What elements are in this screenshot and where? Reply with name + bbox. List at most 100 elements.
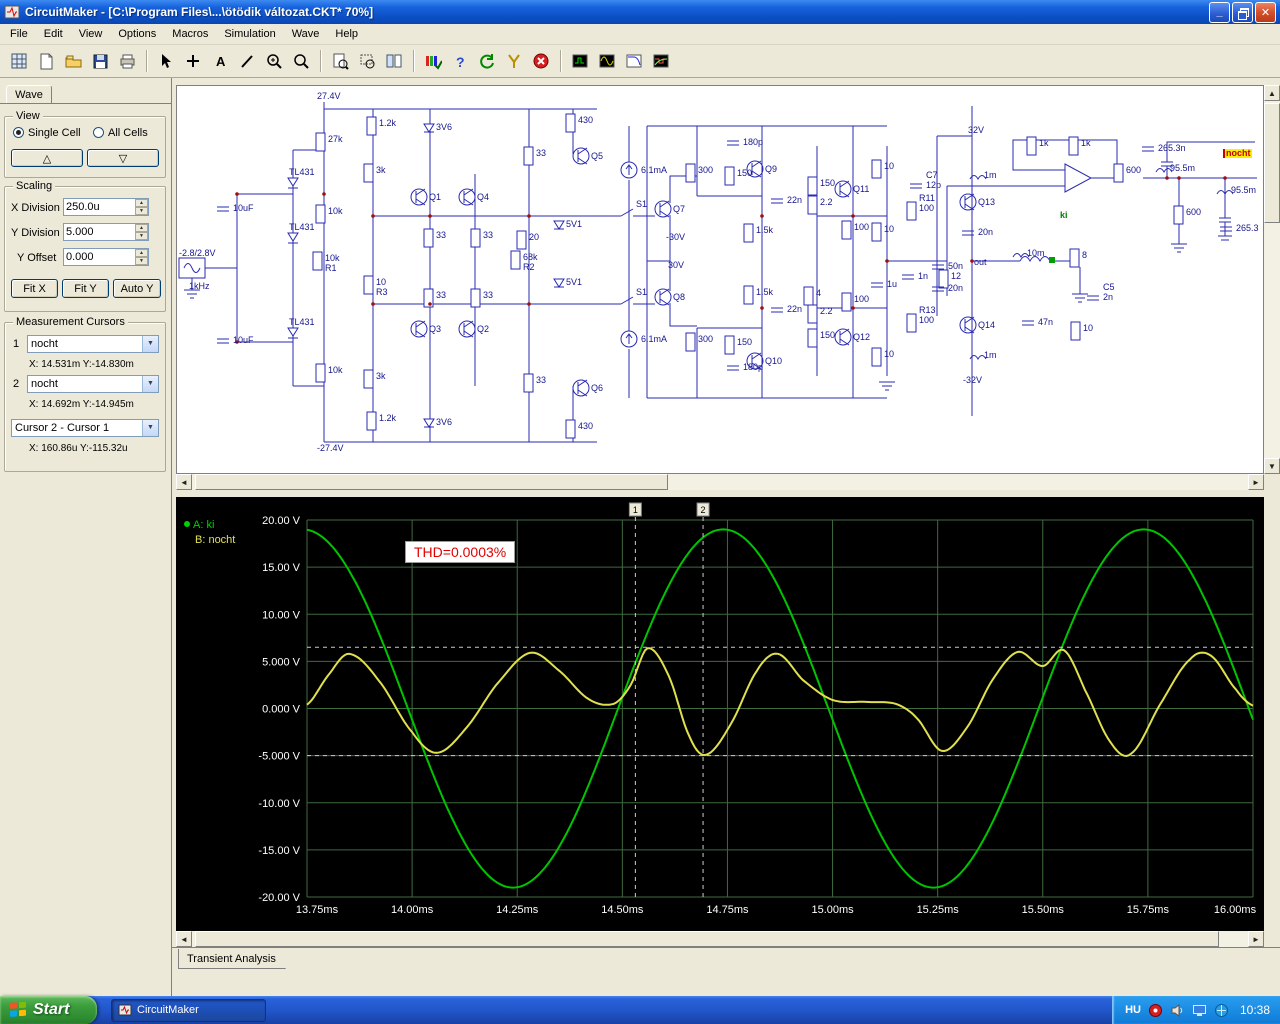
print-button[interactable] bbox=[115, 48, 140, 74]
y-division-spinner[interactable]: ▲ ▼ bbox=[135, 224, 148, 240]
menu-item-file[interactable]: File bbox=[2, 25, 36, 43]
zoom-selection-button[interactable] bbox=[355, 48, 380, 74]
fit-x-button[interactable]: Fit X bbox=[11, 279, 58, 298]
y-offset-spinner[interactable]: ▲ ▼ bbox=[135, 249, 148, 265]
schematic-drawing bbox=[178, 102, 1257, 443]
tray-network-icon[interactable] bbox=[1214, 1003, 1229, 1018]
digital-scope-button[interactable] bbox=[568, 48, 593, 74]
menu-item-edit[interactable]: Edit bbox=[36, 25, 71, 43]
scroll-right-icon[interactable]: ► bbox=[1248, 474, 1264, 490]
radio-single-cell-icon[interactable] bbox=[13, 127, 24, 138]
menu-item-help[interactable]: Help bbox=[327, 25, 366, 43]
start-button[interactable]: Start bbox=[0, 996, 97, 1024]
zoom-tool-button[interactable] bbox=[289, 48, 314, 74]
schematic-label-33: 33 bbox=[483, 230, 494, 240]
menu-item-options[interactable]: Options bbox=[110, 25, 164, 43]
plot-scroll-right-icon[interactable]: ► bbox=[1248, 931, 1264, 947]
fit-y-button[interactable]: Fit Y bbox=[62, 279, 109, 298]
plus-tool-button[interactable] bbox=[181, 48, 206, 74]
menu-item-macros[interactable]: Macros bbox=[164, 25, 216, 43]
schematic-label-10k: 10k bbox=[328, 206, 343, 216]
zoom-selection-icon bbox=[360, 54, 375, 68]
x-tick-label: 15.00ms bbox=[811, 904, 854, 916]
schematic-label-10: 10 bbox=[376, 277, 387, 287]
up-triangle-icon: △ bbox=[42, 152, 52, 165]
text-tool-button[interactable]: A bbox=[208, 48, 233, 74]
schematic-label-q4: Q4 bbox=[477, 192, 490, 202]
minimize-button[interactable]: _ bbox=[1209, 1, 1230, 23]
trace-nocht bbox=[306, 647, 1254, 758]
probe-tool-icon bbox=[508, 53, 520, 68]
schematic-label-5v1: 5V1 bbox=[566, 219, 583, 229]
toolbar-separator bbox=[413, 50, 415, 72]
plot-scroll-left-icon[interactable]: ◄ bbox=[176, 931, 192, 947]
zoom-in-tool-button[interactable] bbox=[262, 48, 287, 74]
taskbar-app-circuitmaker[interactable]: CircuitMaker bbox=[111, 998, 266, 1022]
schematic-label-1m: 1m bbox=[984, 350, 997, 360]
scroll-down-icon[interactable]: ▼ bbox=[1264, 458, 1280, 474]
arrow-tool-button[interactable] bbox=[154, 48, 179, 74]
menu-item-simulation[interactable]: Simulation bbox=[216, 25, 283, 43]
schematic-label-955m: 95.5m bbox=[1231, 185, 1257, 195]
waveform-window-button[interactable] bbox=[595, 48, 620, 74]
language-indicator[interactable]: HU bbox=[1125, 1004, 1141, 1016]
help-pointer-button[interactable]: ? bbox=[448, 48, 473, 74]
new-file-button[interactable] bbox=[34, 48, 59, 74]
radio-single-cell[interactable]: Single Cell bbox=[13, 127, 81, 139]
parts-browser-button[interactable] bbox=[7, 48, 32, 74]
cursor1-signal-dropdown[interactable]: nocht ▼ bbox=[27, 335, 159, 353]
tray-antivirus-icon[interactable] bbox=[1148, 1003, 1163, 1018]
radio-all-cells[interactable]: All Cells bbox=[93, 127, 148, 139]
probe-marker-out[interactable] bbox=[1049, 257, 1055, 263]
tab-wave[interactable]: Wave bbox=[6, 85, 52, 104]
scroll-up-icon[interactable]: ▲ bbox=[1264, 85, 1280, 101]
tray-volume-icon[interactable] bbox=[1170, 1003, 1185, 1018]
slash-tool-button[interactable] bbox=[235, 48, 260, 74]
down-triangle-icon: ▽ bbox=[118, 152, 128, 165]
digital-scope-icon bbox=[572, 54, 588, 67]
cell-up-button[interactable]: △ bbox=[11, 149, 83, 167]
scroll-left-icon[interactable]: ◄ bbox=[176, 474, 192, 490]
waveform-plot[interactable]: 1 2 20.00 V 15.00 V 10.00 V 5.000 V 0.000 V -5.… bbox=[176, 497, 1264, 931]
save-file-button[interactable] bbox=[88, 48, 113, 74]
reset-button[interactable] bbox=[475, 48, 500, 74]
zoom-page-button[interactable] bbox=[328, 48, 353, 74]
schematic-vscroll-thumb[interactable] bbox=[1264, 103, 1280, 223]
schematic-label-10: 10 bbox=[884, 161, 895, 171]
restore-button[interactable] bbox=[1232, 1, 1253, 23]
mixed-mode-button[interactable] bbox=[649, 48, 674, 74]
schematic-label-150: 150 bbox=[737, 168, 753, 178]
close-button[interactable]: ✕ bbox=[1255, 1, 1276, 23]
parts-browser-icon bbox=[11, 53, 27, 68]
probe-tool-button[interactable] bbox=[502, 48, 527, 74]
open-file-button[interactable] bbox=[61, 48, 86, 74]
cursor1-dropdown-arrow-icon[interactable]: ▼ bbox=[142, 336, 158, 352]
schematic-label-22n: 22n bbox=[787, 195, 803, 205]
plot-hscroll-thumb[interactable] bbox=[195, 931, 1219, 947]
cell-down-button[interactable]: ▽ bbox=[87, 149, 159, 167]
radio-all-cells-icon[interactable] bbox=[93, 127, 104, 138]
measurement-cursors-groupbox: Measurement Cursors 1 nocht ▼ X: 14.531m… bbox=[4, 316, 166, 472]
run-simulation-button[interactable] bbox=[421, 48, 446, 74]
tray-display-icon[interactable] bbox=[1192, 1003, 1207, 1018]
x-division-spinner[interactable]: ▲ ▼ bbox=[135, 199, 148, 215]
schematic-canvas[interactable]: 27.4V 1.2k 3V6 430 27k 3k Q5 33 TL431 10k TL431 10u… bbox=[176, 85, 1264, 474]
schematic-label-100: 100 bbox=[919, 203, 935, 213]
app-icon bbox=[4, 5, 20, 19]
zoom-tool-icon bbox=[294, 53, 309, 69]
schematic-hscroll-thumb[interactable] bbox=[195, 474, 668, 490]
menu-item-view[interactable]: View bbox=[71, 25, 111, 43]
schematic-label-180p: 180p bbox=[743, 137, 764, 147]
bode-plot-button[interactable] bbox=[622, 48, 647, 74]
cursor2-dropdown-arrow-icon[interactable]: ▼ bbox=[142, 376, 158, 392]
tab-transient-analysis[interactable]: Transient Analysis bbox=[178, 949, 286, 969]
cursor-diff-dropdown[interactable]: Cursor 2 - Cursor 1 ▼ bbox=[11, 419, 159, 437]
schematic-label-q11: Q11 bbox=[853, 184, 870, 194]
stop-simulation-button[interactable] bbox=[529, 48, 554, 74]
menu-item-wave[interactable]: Wave bbox=[284, 25, 328, 43]
auto-y-button[interactable]: Auto Y bbox=[113, 279, 161, 298]
cursor-diff-dropdown-arrow-icon[interactable]: ▼ bbox=[142, 420, 158, 436]
pan-view-button[interactable] bbox=[382, 48, 407, 74]
cursor2-signal-dropdown[interactable]: nocht ▼ bbox=[27, 375, 159, 393]
schematic-label-12: 12 bbox=[951, 271, 962, 281]
